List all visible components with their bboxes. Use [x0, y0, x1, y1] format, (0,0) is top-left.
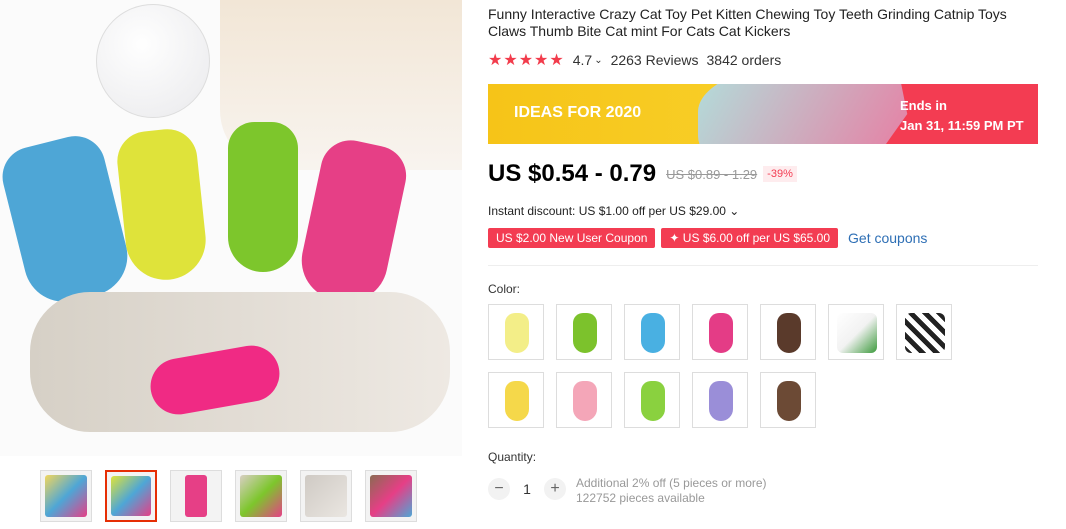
product-title: Funny Interactive Crazy Cat Toy Pet Kitt… — [488, 6, 1007, 39]
instant-discount[interactable]: Instant discount: US $1.00 off per US $2… — [488, 204, 739, 218]
rating-caret-icon[interactable]: ⌄ — [594, 55, 602, 66]
rating-value[interactable]: 4.7 — [573, 52, 592, 68]
swatch-image — [837, 313, 877, 353]
quantity-value[interactable]: 1 — [510, 481, 544, 497]
rating-row: ★★★★★ 4.7 ⌄ 2263 Reviews 3842 orders — [488, 50, 789, 70]
divider — [488, 265, 1038, 266]
swatch-image — [709, 381, 733, 421]
original-price: US $0.89 - 1.29 — [666, 166, 758, 182]
color-swatch-brown-2[interactable] — [760, 372, 816, 428]
promo-banner[interactable]: IDEAS FOR 2020 Ends in Jan 31, 11:59 PM … — [488, 84, 1038, 144]
current-price: US $0.54 - 0.79 — [488, 160, 657, 187]
color-swatch-blue[interactable] — [624, 304, 680, 360]
bubble — [96, 4, 210, 118]
swatch-image — [573, 313, 597, 353]
thumbnail-3[interactable] — [170, 470, 222, 522]
swatch-image — [905, 313, 945, 353]
price-row: US $0.54 - 0.79 US $0.89 - 1.29 -39% — [488, 160, 797, 188]
color-swatch-light-green[interactable] — [624, 372, 680, 428]
swatch-image — [641, 313, 665, 353]
swatch-image — [505, 381, 529, 421]
get-coupons-link[interactable]: Get coupons — [848, 230, 927, 246]
banner-title: IDEAS FOR 2020 — [514, 104, 642, 121]
thumbnail-2[interactable] — [105, 470, 157, 522]
banner-countdown: Ends in Jan 31, 11:59 PM PT — [900, 96, 1024, 136]
thumbnail-5[interactable] — [300, 470, 352, 522]
orders-count: 3842 orders — [706, 52, 782, 68]
quantity-info: Additional 2% off (5 pieces or more) 122… — [576, 476, 767, 506]
color-swatch-light-pink[interactable] — [556, 372, 612, 428]
store-coupon[interactable]: ✦ US $6.00 off per US $65.00 — [661, 228, 839, 248]
color-swatch-purple[interactable] — [692, 372, 748, 428]
coupon-row: US $2.00 New User Coupon ✦ US $6.00 off … — [488, 228, 927, 248]
thumbnail-6[interactable] — [365, 470, 417, 522]
color-swatch-cat-photo[interactable] — [828, 304, 884, 360]
color-swatch-pink[interactable] — [692, 304, 748, 360]
thumbnail-strip — [40, 470, 417, 522]
quantity-stepper: − 1 + — [488, 478, 566, 500]
toy-green — [228, 122, 298, 272]
color-swatch-brown[interactable] — [760, 304, 816, 360]
discount-badge: -39% — [763, 166, 797, 182]
bulk-discount-text: Additional 2% off (5 pieces or more) — [576, 476, 767, 490]
toy-blue — [0, 129, 136, 311]
star-rating-icon: ★★★★★ — [488, 52, 565, 69]
color-swatch-yellow[interactable] — [488, 304, 544, 360]
decrease-button[interactable]: − — [488, 478, 510, 500]
color-label: Color: — [488, 282, 521, 296]
main-product-image[interactable] — [0, 0, 462, 456]
swatch-image — [573, 381, 597, 421]
toy-yellow — [114, 126, 210, 284]
swatch-image — [777, 313, 801, 353]
color-swatch-zebra[interactable] — [896, 304, 952, 360]
thumbnail-1[interactable] — [40, 470, 92, 522]
color-swatch-yellow-2[interactable] — [488, 372, 544, 428]
thumbnail-4[interactable] — [235, 470, 287, 522]
swatch-image — [777, 381, 801, 421]
end-time: Jan 31, 11:59 PM PT — [900, 118, 1024, 133]
increase-button[interactable]: + — [544, 478, 566, 500]
new-user-coupon[interactable]: US $2.00 New User Coupon — [488, 228, 656, 248]
swatch-image — [505, 313, 529, 353]
color-swatch-green[interactable] — [556, 304, 612, 360]
availability-text: 122752 pieces available — [576, 491, 705, 505]
color-swatches — [488, 304, 988, 428]
swatch-image — [709, 313, 733, 353]
ends-in-label: Ends in — [900, 98, 947, 113]
reviews-link[interactable]: 2263 Reviews — [611, 52, 699, 68]
swatch-image — [641, 381, 665, 421]
quantity-label: Quantity: — [488, 450, 537, 464]
